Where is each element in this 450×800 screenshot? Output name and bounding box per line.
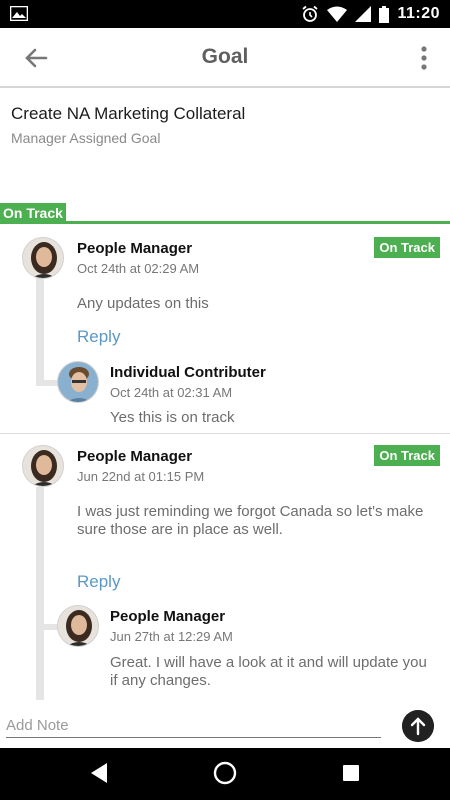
- status-badge: On Track: [374, 445, 440, 466]
- comment-message: I was just reminding we forgot Canada so…: [77, 503, 424, 538]
- wifi-icon: [327, 6, 348, 22]
- image-icon: [10, 6, 28, 21]
- reply-button[interactable]: Reply: [77, 572, 120, 592]
- status-bar: 11:20: [0, 0, 450, 28]
- avatar[interactable]: [57, 605, 99, 647]
- signal-icon: [355, 6, 372, 22]
- comment-author: People Manager: [77, 240, 193, 257]
- add-note-input[interactable]: [6, 714, 381, 738]
- thread-line: [36, 278, 44, 386]
- nav-recents-icon[interactable]: [343, 765, 359, 781]
- nav-home-icon[interactable]: [213, 761, 237, 785]
- reply-author: People Manager: [110, 608, 226, 625]
- alarm-icon: [302, 5, 319, 22]
- note-composer: [0, 700, 450, 748]
- reply-button[interactable]: Reply: [77, 327, 120, 347]
- battery-icon: [379, 5, 390, 23]
- avatar[interactable]: [57, 361, 99, 403]
- goal-subtitle: Manager Assigned Goal: [11, 130, 161, 146]
- comment-message: Any updates on this: [77, 295, 209, 312]
- reply-author: Individual Contributer: [110, 364, 266, 381]
- page-title: Goal: [201, 45, 249, 68]
- comment-author: People Manager: [77, 448, 193, 465]
- thread-separator: [0, 433, 450, 434]
- system-nav-bar: [0, 748, 450, 800]
- avatar[interactable]: [22, 445, 64, 487]
- goal-status-tag: On Track: [0, 203, 66, 223]
- reply-message: Great. I will have a look at it and will…: [110, 654, 427, 689]
- comment-date: Oct 24th at 02:29 AM: [77, 261, 200, 276]
- app-bar: Goal: [0, 28, 450, 88]
- reply-date: Oct 24th at 02:31 AM: [110, 385, 233, 400]
- clock-time: 11:20: [397, 5, 440, 22]
- status-divider: [0, 221, 450, 224]
- reply-date: Jun 27th at 12:29 AM: [110, 629, 233, 644]
- comment-date: Jun 22nd at 01:15 PM: [77, 469, 205, 484]
- status-icons: 11:20: [301, 0, 440, 28]
- thread-line: [36, 487, 44, 700]
- avatar[interactable]: [22, 237, 64, 279]
- status-badge: On Track: [374, 237, 440, 258]
- nav-back-icon[interactable]: [90, 762, 108, 784]
- arrow-up-icon[interactable]: [402, 710, 434, 742]
- goal-title: Create NA Marketing Collateral: [11, 104, 246, 123]
- more-vert-icon[interactable]: [416, 42, 432, 74]
- reply-message: Yes this is on track: [110, 409, 235, 426]
